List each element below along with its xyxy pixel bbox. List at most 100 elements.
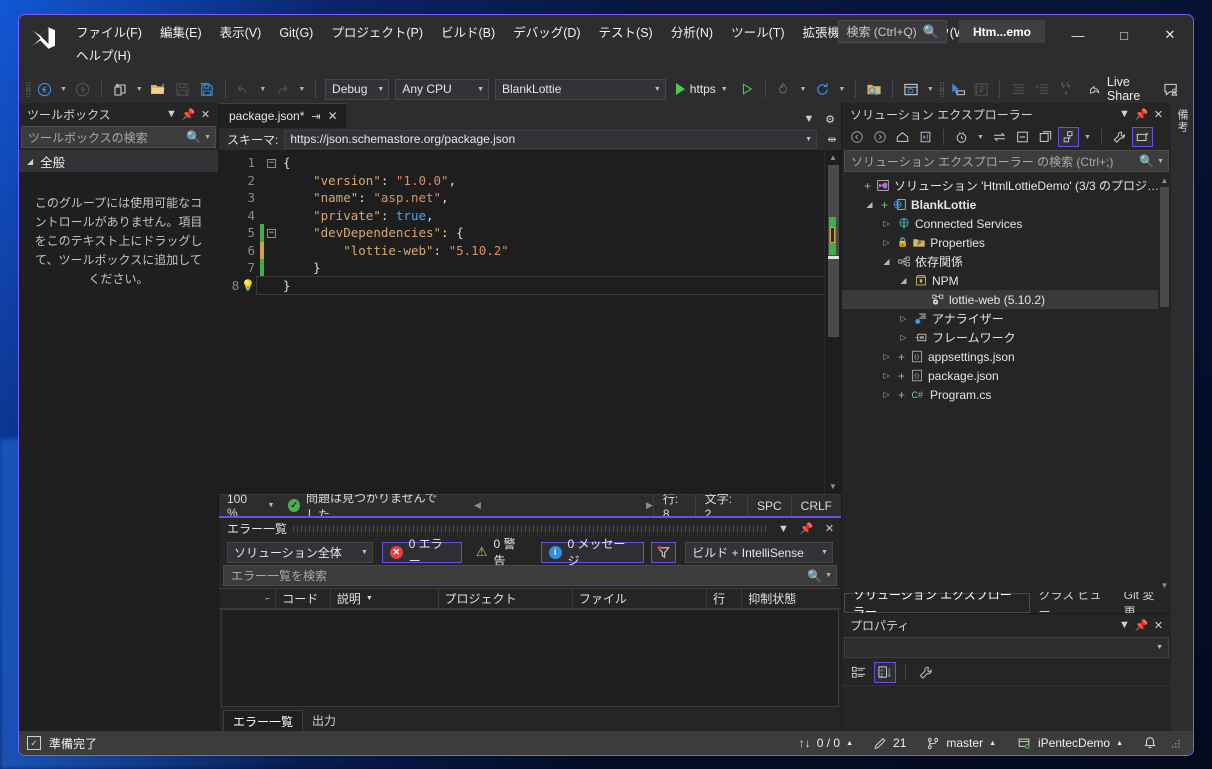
save-button[interactable] (172, 78, 194, 100)
solution-tree-item[interactable]: ▷ + C# Program.cs (842, 385, 1171, 404)
toggle-bookmark-button[interactable]: ▼ (1055, 78, 1077, 100)
code-fold-toggle[interactable]: − (264, 227, 279, 239)
solution-tree-item[interactable]: ◢ NPM (842, 271, 1171, 290)
properties-close-icon[interactable]: ✕ (1150, 616, 1167, 634)
tree-collapsed-twisty-icon[interactable]: ▷ (897, 314, 910, 323)
properties-object-combo[interactable]: ▼ (844, 637, 1169, 658)
save-all-button[interactable] (196, 78, 218, 100)
start-without-debugging-button[interactable] (736, 78, 758, 100)
split-editor-icon[interactable]: ⇹ (823, 130, 841, 148)
dock-drag-handle[interactable] (293, 525, 769, 532)
quick-search-input[interactable]: 検索 (Ctrl+Q) 🔍 (838, 20, 947, 43)
startup-project-combo[interactable]: BlankLottie ▼ (495, 78, 666, 100)
solution-explorer-search-input[interactable]: ソリューション エクスプローラー の検索 (Ctrl+;) 🔍 ▼ (844, 150, 1169, 172)
refresh-dropdown-icon[interactable]: ▼ (835, 86, 848, 93)
se-pending-changes-filter-icon[interactable] (951, 127, 972, 147)
close-tab-icon[interactable]: ✕ (328, 109, 338, 123)
se-home-icon[interactable] (892, 127, 913, 147)
undo-button[interactable] (232, 78, 254, 100)
se-collapse-all-icon[interactable] (1012, 127, 1033, 147)
navigate-forward-button[interactable] (72, 78, 94, 100)
column-header-description[interactable]: 説明 ▼ (331, 588, 439, 609)
scroll-right-arrow-icon[interactable]: ▶ (646, 500, 653, 511)
new-project-dropdown-icon[interactable]: ▼ (133, 86, 146, 93)
account-profile-button[interactable]: Htm...emo (958, 20, 1045, 43)
scroll-left-arrow-icon[interactable]: ◀ (474, 500, 481, 511)
menu-item-view[interactable]: 表示(V) (211, 22, 271, 45)
tree-collapsed-twisty-icon[interactable]: ▷ (880, 371, 893, 380)
error-list-rows[interactable] (221, 609, 839, 707)
tree-collapsed-twisty-icon[interactable]: ▷ (880, 390, 893, 399)
code-line[interactable]: "name": "asp.net", (257, 189, 824, 207)
column-header-project[interactable]: プロジェクト (439, 588, 573, 609)
scroll-up-arrow-icon[interactable]: ▲ (829, 150, 837, 165)
menu-item-debug[interactable]: デバッグ(D) (504, 22, 589, 45)
properties-pin-icon[interactable]: 📌 (1133, 616, 1150, 634)
code-lines[interactable]: −{ "version": "1.0.0", "name": "asp.net"… (256, 150, 825, 494)
se-scroll-track[interactable] (1160, 187, 1169, 579)
tree-collapsed-twisty-icon[interactable]: ▷ (880, 219, 893, 228)
hot-reload-dropdown-icon[interactable]: ▼ (796, 86, 809, 93)
code-fold-toggle[interactable]: − (264, 157, 279, 169)
scrollbar-track[interactable] (827, 165, 839, 479)
menu-item-git[interactable]: Git(G) (270, 22, 322, 45)
properties-events-icon[interactable] (915, 662, 937, 683)
solution-tree-item[interactable]: lottie-web (5.10.2) (842, 290, 1171, 309)
menu-item-help[interactable]: ヘルプ(H) (67, 45, 140, 68)
select-element-button[interactable] (946, 78, 968, 100)
schema-value-combo[interactable]: https://json.schemastore.org/package.jso… (284, 129, 817, 149)
toolbox-pin-icon[interactable]: 📌 (180, 105, 197, 123)
status-resize-grip[interactable] (1167, 731, 1189, 755)
se-show-all-files-icon[interactable] (1035, 127, 1056, 147)
menu-item-edit[interactable]: 編集(E) (151, 22, 211, 45)
solution-tree-item[interactable]: ▷ + {} package.json (842, 366, 1171, 385)
gear-icon[interactable]: ⚙ (819, 110, 841, 128)
toolbox-close-icon[interactable]: ✕ (197, 105, 214, 123)
code-line[interactable]: } (256, 275, 825, 295)
configuration-combo[interactable]: Debug ▼ (325, 78, 390, 100)
status-repository-button[interactable]: iPentecDemo ▲ (1006, 731, 1133, 755)
warnings-filter-button[interactable]: ⚠ 0 警告 (469, 537, 534, 568)
indentation-indicator[interactable]: SPC (746, 494, 791, 517)
quick-actions-lightbulb-icon[interactable]: 💡 (241, 279, 255, 292)
se-scroll-thumb[interactable] (1160, 187, 1169, 307)
navigate-back-dropdown-icon[interactable]: ▼ (57, 86, 70, 93)
column-header-line[interactable]: 行 (707, 588, 743, 609)
view-tab-git-changes[interactable]: Git 変更 (1116, 588, 1171, 619)
properties-categorized-icon[interactable] (848, 662, 870, 683)
editor-horizontal-scrollbar[interactable]: ◀ ▶ (474, 500, 653, 511)
preview-dropdown-icon[interactable]: ▼ (924, 86, 937, 93)
tree-collapsed-twisty-icon[interactable]: ▷ (897, 333, 910, 342)
dock-tab-output[interactable]: 出力 (303, 710, 345, 731)
menu-item-file[interactable]: ファイル(F) (67, 22, 151, 45)
pin-tab-icon[interactable]: ⇥ (311, 110, 320, 123)
maximize-button[interactable]: □ (1101, 20, 1147, 50)
se-sync-with-active-document-icon[interactable] (989, 127, 1010, 147)
error-list-dropdown-icon[interactable]: ▼ (775, 520, 792, 538)
code-line[interactable]: − "devDependencies": { (257, 224, 824, 242)
properties-grid[interactable] (842, 685, 1171, 731)
menu-item-build[interactable]: ビルド(B) (432, 22, 504, 45)
solution-tree-item[interactable]: ▷ Connected Services (842, 214, 1171, 233)
toolbox-group-general[interactable]: ◢ 全般 (19, 150, 218, 172)
tree-expanded-twisty-icon[interactable]: ◢ (863, 200, 876, 209)
minimize-button[interactable]: — (1055, 20, 1101, 50)
messages-filter-button[interactable]: i 0 メッセージ (540, 537, 645, 568)
build-intellisense-combo[interactable]: ビルド + IntelliSense ▼ (685, 541, 833, 563)
toolbox-dropdown-icon[interactable]: ▼ (163, 105, 180, 123)
line-ending-indicator[interactable]: CRLF (790, 494, 841, 517)
tree-collapsed-twisty-icon[interactable]: ▷ (880, 238, 893, 247)
scroll-down-arrow-icon[interactable]: ▼ (1161, 579, 1169, 592)
se-pending-changes-icon[interactable] (915, 127, 936, 147)
se-view-code-icon[interactable] (1057, 127, 1079, 147)
view-tab-solution-explorer[interactable]: ソリューション エクスプローラー (844, 588, 1031, 619)
solution-tree-item[interactable]: ▷ i アナライザー (842, 309, 1171, 328)
live-share-button[interactable]: Live Share (1081, 75, 1159, 103)
tree-expanded-twisty-icon[interactable]: ◢ (880, 257, 893, 266)
solution-tree-item[interactable]: + ソリューション 'HtmlLottieDemo' (3/3 のプロジェクト) (842, 176, 1171, 195)
view-tab-class-view[interactable]: クラス ビュー (1030, 588, 1115, 619)
code-line[interactable]: } (257, 259, 824, 277)
errors-filter-button[interactable]: ✕ 0 エラー (381, 537, 462, 568)
code-editor[interactable]: 1 2 3 4 5 6 7 8 💡 −{ "version": "1.0.0", "name":… (219, 150, 841, 494)
error-list-close-icon[interactable]: ✕ (821, 520, 838, 538)
